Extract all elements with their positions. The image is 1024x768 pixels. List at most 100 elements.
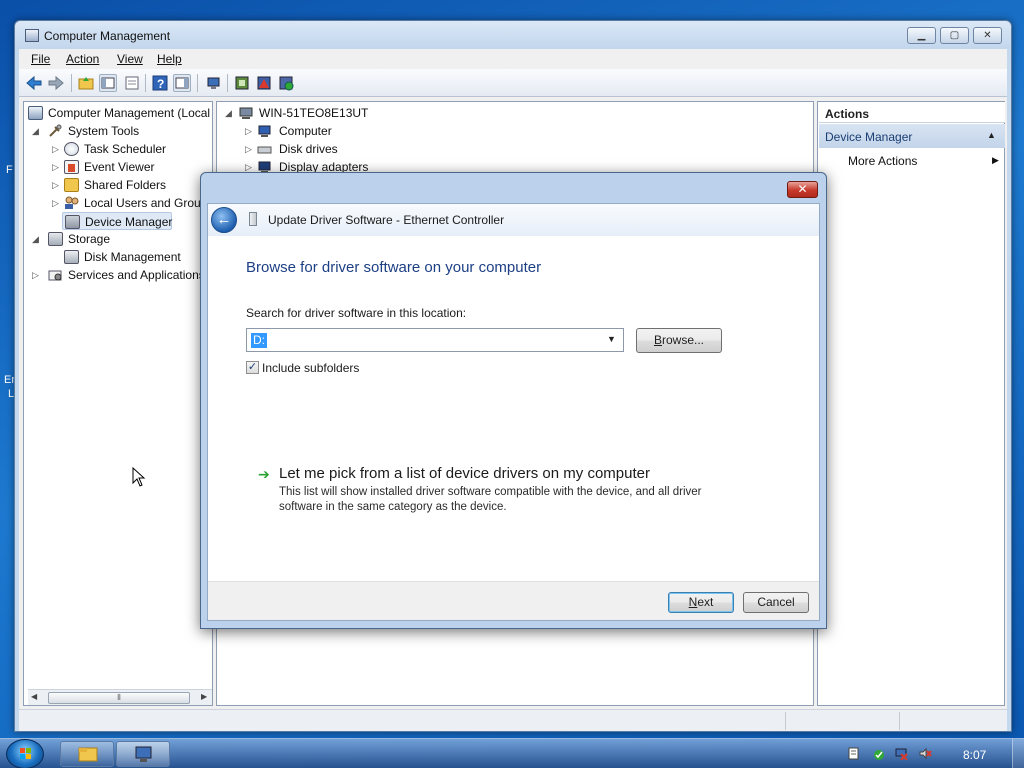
actions-heading: Actions — [819, 102, 1005, 123]
browse-button[interactable]: Browse... — [636, 328, 722, 353]
dropdown-arrow-icon[interactable]: ▼ — [607, 334, 616, 344]
collapsed-arrow-icon[interactable]: ▷ — [245, 122, 252, 140]
menu-action-label: Action — [66, 52, 100, 66]
back-arrow-icon[interactable]: ← — [211, 207, 237, 233]
tree-item-label: Storage — [68, 232, 111, 246]
system-tools-icon — [48, 124, 63, 138]
tree-item-device-manager[interactable]: Device Manager — [62, 212, 172, 230]
dialog-close-button[interactable]: ✕ — [787, 181, 818, 198]
status-bar — [19, 709, 1007, 731]
computer-management-icon — [135, 746, 152, 762]
collapsed-arrow-icon[interactable]: ▷ — [52, 194, 59, 212]
menu-action[interactable]: Action — [66, 52, 99, 66]
collapsed-arrow-icon[interactable]: ▷ — [52, 176, 59, 194]
toolbar-separator — [227, 74, 228, 92]
scrollbar-thumb[interactable]: ⦀ — [48, 692, 190, 704]
network-error-icon[interactable] — [895, 747, 908, 761]
driver-path-value[interactable]: D: — [251, 333, 267, 348]
storage-icon — [48, 232, 63, 246]
device-icon — [249, 212, 257, 226]
help-icon[interactable]: ? — [151, 74, 169, 92]
status-divider — [785, 712, 786, 730]
taskbar-computer-management-button[interactable] — [116, 741, 170, 767]
minimize-button[interactable]: ▁ — [907, 27, 936, 44]
actions-section-label: Device Manager — [825, 130, 913, 144]
collapsed-arrow-icon[interactable]: ▷ — [52, 140, 59, 158]
toolbar-separator — [145, 74, 146, 92]
actions-section-device-manager[interactable]: Device Manager ▲ — [819, 124, 1005, 148]
scan-hardware-icon[interactable] — [205, 74, 223, 92]
collapsed-arrow-icon[interactable]: ▷ — [52, 158, 59, 176]
computer-management-icon — [25, 29, 39, 42]
collapse-up-icon[interactable]: ▲ — [987, 130, 996, 140]
window-title: Computer Management — [44, 29, 171, 43]
collapsed-arrow-icon[interactable]: ▷ — [245, 140, 252, 158]
show-hide-action-icon[interactable] — [173, 74, 191, 92]
toolbar-separator — [71, 74, 72, 92]
pick-driver-description: This list will show installed driver sof… — [279, 486, 702, 513]
menu-file-label: File — [31, 52, 51, 66]
collapsed-arrow-icon[interactable]: ▷ — [32, 266, 39, 284]
horizontal-scrollbar[interactable]: ◀ ⦀ ▶ — [28, 689, 212, 705]
maximize-button[interactable]: ▢ — [940, 27, 969, 44]
window-titlebar[interactable]: Computer Management ▁ ▢ ✕ — [15, 21, 1011, 49]
start-button[interactable] — [6, 739, 44, 768]
scroll-left-arrow-icon[interactable]: ◀ — [31, 692, 37, 701]
device-manager-icon — [65, 215, 80, 229]
expanded-arrow-icon[interactable]: ◢ — [225, 104, 232, 122]
forward-icon[interactable] — [47, 74, 65, 92]
action-center-icon[interactable] — [847, 747, 860, 760]
tree-item-label: Computer Management (Local — [48, 106, 211, 120]
taskbar: 8:07 — [0, 738, 1024, 768]
up-folder-icon[interactable] — [77, 74, 95, 92]
menu-view[interactable]: View — [117, 52, 143, 66]
include-subfolders-label[interactable]: Include subfolders — [262, 361, 359, 375]
dialog-heading: Browse for driver software on your compu… — [246, 259, 542, 276]
menu-help[interactable]: Help — [157, 52, 182, 66]
properties-icon[interactable] — [123, 74, 141, 92]
disable-device-icon[interactable] — [277, 74, 295, 92]
next-button[interactable]: Next — [668, 592, 734, 613]
disk-icon — [64, 250, 79, 264]
mouse-cursor-icon — [132, 466, 146, 487]
menu-view-label: View — [117, 52, 143, 66]
close-button[interactable]: ✕ — [973, 27, 1002, 44]
services-icon — [48, 268, 63, 282]
uninstall-icon[interactable] — [255, 74, 273, 92]
cancel-button[interactable]: Cancel — [743, 592, 809, 613]
back-icon[interactable] — [25, 74, 43, 92]
update-driver-icon[interactable] — [233, 74, 251, 92]
more-actions-item[interactable]: More Actions ▶ — [848, 154, 999, 168]
status-divider — [899, 712, 900, 730]
desktop-edge-text: F — [6, 164, 13, 176]
driver-path-combobox[interactable]: D: ▼ — [246, 328, 624, 352]
taskbar-explorer-button[interactable] — [60, 741, 114, 767]
tree-item-label: Task Scheduler — [84, 142, 167, 156]
dialog-footer: Next Cancel — [208, 581, 819, 620]
menu-file[interactable]: File — [31, 52, 50, 66]
green-arrow-icon: ➔ — [258, 466, 270, 482]
device-category-label: Computer — [279, 124, 332, 138]
expanded-arrow-icon[interactable]: ◢ — [32, 230, 39, 248]
volume-muted-icon[interactable] — [919, 747, 932, 760]
search-location-label: Search for driver software in this locat… — [246, 306, 467, 320]
dialog-title: Update Driver Software - Ethernet Contro… — [268, 213, 505, 227]
tree-item-label: System Tools — [68, 124, 140, 138]
device-tree-host-label: WIN-51TEO8E13UT — [259, 106, 369, 120]
toolbar-separator — [197, 74, 198, 92]
security-check-icon[interactable] — [871, 747, 884, 760]
next-label: ext — [697, 595, 714, 609]
computer-management-icon — [28, 106, 43, 120]
tree-item-label: Event Viewer — [84, 160, 155, 174]
toolbar: ? — [19, 69, 1007, 97]
pick-driver-link[interactable]: Let me pick from a list of device driver… — [279, 465, 650, 482]
clock[interactable]: 8:07 — [963, 748, 986, 762]
expanded-arrow-icon[interactable]: ◢ — [32, 122, 39, 140]
show-hide-tree-icon[interactable] — [99, 74, 117, 92]
scroll-right-arrow-icon[interactable]: ▶ — [201, 692, 207, 701]
include-subfolders-checkbox[interactable]: ✓ — [246, 361, 259, 374]
menu-help-label: Help — [157, 52, 182, 66]
shared-folder-icon — [64, 178, 79, 192]
svg-text:?: ? — [157, 77, 164, 91]
show-desktop-button[interactable] — [1012, 739, 1024, 768]
